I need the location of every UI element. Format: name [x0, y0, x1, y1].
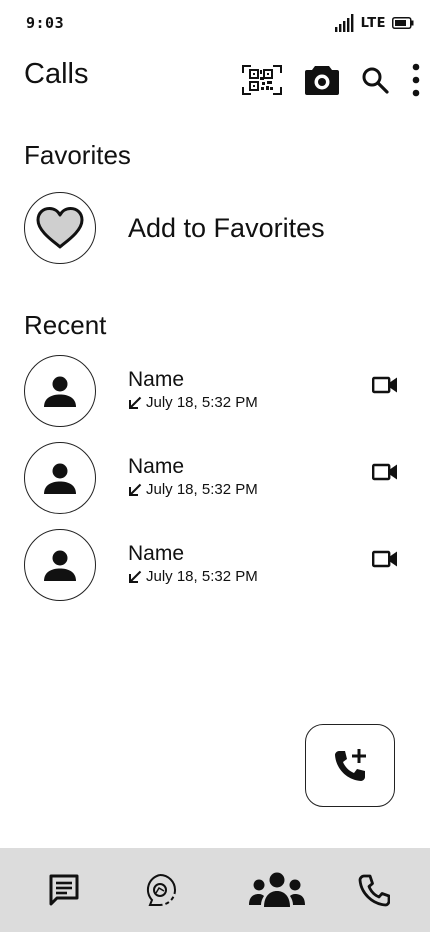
video-call-button[interactable]: [370, 547, 400, 571]
signal-icon: [334, 14, 354, 32]
call-row[interactable]: Name July 18, 5:32 PM: [24, 442, 406, 529]
incoming-arrow-icon: [129, 570, 142, 583]
chats-icon: [49, 874, 79, 906]
nav-updates[interactable]: [136, 848, 184, 932]
avatar: [24, 529, 96, 601]
video-call-icon: [372, 550, 397, 568]
call-info: Name July 18, 5:32 PM: [128, 455, 258, 498]
add-to-favorites[interactable]: Add to Favorites: [24, 192, 404, 264]
communities-icon: [249, 872, 305, 907]
person-icon: [44, 550, 76, 581]
nav-chats[interactable]: [40, 848, 88, 932]
more-options-button[interactable]: [396, 60, 430, 100]
call-row[interactable]: Name July 18, 5:32 PM: [24, 355, 406, 442]
incoming-arrow-icon: [129, 483, 142, 496]
nav-calls[interactable]: [350, 848, 398, 932]
status-time: 9:03: [26, 14, 65, 32]
updates-icon: [146, 874, 176, 906]
more-vert-icon: [412, 63, 420, 97]
favorites-avatar: [24, 192, 96, 264]
new-call-button[interactable]: [305, 724, 395, 807]
heart-icon: [36, 207, 84, 249]
person-icon: [44, 376, 76, 407]
contact-name: Name: [128, 368, 185, 391]
calls-icon: [358, 874, 390, 907]
search-button[interactable]: [355, 60, 395, 100]
qr-code-button[interactable]: [242, 60, 282, 100]
favorites-title: Favorites: [24, 140, 131, 170]
network-type: LTE: [360, 15, 386, 31]
bottom-nav: [0, 848, 430, 932]
camera-button[interactable]: [302, 60, 342, 100]
qr-code-icon: [242, 65, 282, 95]
contact-name: Name: [128, 542, 185, 565]
recent-title: Recent: [24, 310, 107, 340]
call-meta: July 18, 5:32 PM: [128, 481, 258, 498]
video-call-button[interactable]: [370, 460, 400, 484]
add-to-favorites-label: Add to Favorites: [128, 212, 325, 243]
video-call-icon: [372, 463, 397, 481]
app-bar: Calls: [0, 52, 430, 104]
avatar: [24, 442, 96, 514]
call-row[interactable]: Name July 18, 5:32 PM: [24, 529, 406, 616]
avatar: [24, 355, 96, 427]
call-meta: July 18, 5:32 PM: [128, 394, 258, 411]
video-call-button[interactable]: [370, 373, 400, 397]
camera-icon: [305, 66, 339, 95]
page-title: Calls: [24, 58, 89, 90]
call-meta: July 18, 5:32 PM: [128, 568, 258, 585]
add-call-icon: [335, 748, 366, 781]
status-bar: 9:03 LTE: [0, 0, 430, 48]
call-info: Name July 18, 5:32 PM: [128, 542, 258, 585]
status-icons: LTE: [334, 14, 414, 32]
search-icon: [362, 67, 389, 94]
call-time: July 18, 5:32 PM: [146, 481, 258, 498]
call-time: July 18, 5:32 PM: [146, 568, 258, 585]
incoming-arrow-icon: [129, 396, 142, 409]
nav-communities[interactable]: [245, 848, 309, 932]
contact-name: Name: [128, 455, 185, 478]
call-info: Name July 18, 5:32 PM: [128, 368, 258, 411]
battery-icon: [392, 17, 414, 29]
call-time: July 18, 5:32 PM: [146, 394, 258, 411]
video-call-icon: [372, 376, 397, 394]
person-icon: [44, 463, 76, 494]
recent-calls-list: Name July 18, 5:32 PM Name July 18, 5:32…: [24, 355, 406, 616]
